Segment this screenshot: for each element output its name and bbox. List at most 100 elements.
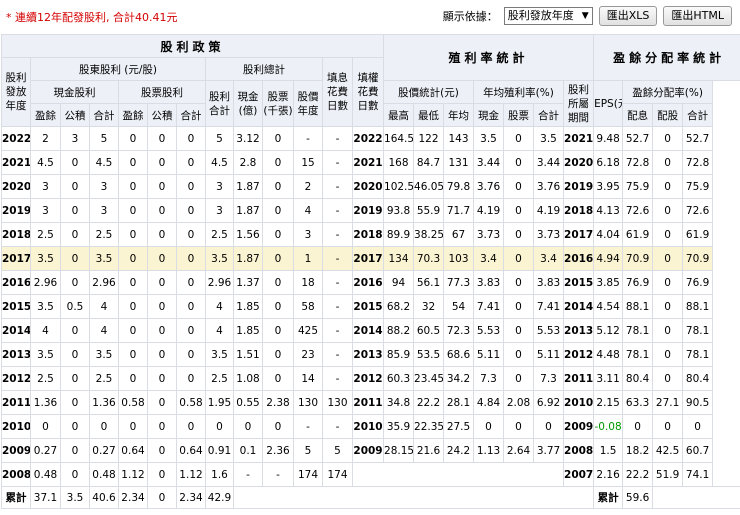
cell-ct: 5 (89, 126, 119, 151)
table-row: 2021 4.5 0 4.5 0 0 0 4.5 2.8 0 15-2021 168 84.7 131 3.… (1, 150, 740, 175)
cell-lo: 84.7 (413, 150, 445, 175)
total-sr: 0 (147, 486, 177, 509)
cell-pp: 2019 (563, 174, 595, 199)
cell-frd: - (322, 126, 353, 151)
cell-se: 0 (118, 174, 148, 199)
cell-pt: 75.9 (682, 174, 714, 199)
cell-y: 2008 (1, 462, 31, 487)
cell-fd: 14 (293, 366, 323, 391)
col-stock-dividend: 股票股利 (118, 80, 206, 104)
cell-yc: 7.41 (473, 294, 505, 319)
cell-frd: - (322, 270, 353, 295)
cell-hi: 60.3 (383, 366, 415, 391)
table-row: 2019 3 0 3 0 0 0 3 1.87 0 4-2019 93.8 55.9 71.7 4.19 0 4… (1, 198, 740, 223)
cell-fd: 3 (293, 222, 323, 247)
cell-yc: 7.3 (473, 366, 505, 391)
cell-pc: 61.9 (622, 222, 654, 247)
total-st: 2.34 (176, 486, 206, 509)
cell-pt: 0 (682, 414, 714, 439)
cell-ps: 0 (652, 198, 684, 223)
cell-av: 131 (443, 150, 475, 175)
cell-tot: 3.5 (205, 342, 234, 367)
cell-lo: 46.05 (413, 174, 445, 199)
cell-yt: 7.3 (533, 366, 565, 391)
cell-se: 0 (118, 366, 148, 391)
cell-tot: 2.5 (205, 366, 234, 391)
cell-cr: 0 (60, 366, 90, 391)
cell-camt: 1.87 (233, 246, 263, 271)
cell-sr: 0 (147, 222, 177, 247)
cell-py: 2019 (351, 198, 385, 223)
cell-eps: 1.5 (593, 438, 624, 463)
cell-cr: 0.5 (60, 294, 90, 319)
cell-py: 2020 (351, 174, 385, 199)
col-yield-total: 合計 (533, 103, 565, 127)
cell-pt: 74.1 (682, 462, 714, 487)
cell-pt: 52.7 (682, 126, 714, 151)
cell-frd: - (322, 246, 353, 271)
table-row: 2018 2.5 0 2.5 0 0 0 2.5 1.56 0 3-2018 89.9 38.25 67 3… (1, 222, 740, 247)
cell-yt: 3.44 (533, 150, 565, 175)
col-fill-days: 填息花費日數 (322, 57, 353, 127)
cell-pp: 2016 (563, 246, 595, 271)
cell-sr: 0 (147, 366, 177, 391)
cell-yc: 3.73 (473, 222, 505, 247)
cell-frd: - (322, 150, 353, 175)
cell-y: 2010 (1, 414, 31, 439)
cell-frd: 5 (322, 438, 353, 463)
cell-fd: 18 (293, 270, 323, 295)
cell-y: 2014 (1, 318, 31, 343)
col-stock-reserve: 公積 (147, 103, 177, 127)
cell-yc: 4.19 (473, 198, 505, 223)
cell-camt: 0.55 (233, 390, 263, 415)
cell-eps: 2.16 (593, 462, 624, 487)
cell-tot: 1.95 (205, 390, 234, 415)
cell-frd: - (322, 318, 353, 343)
export-xls-button[interactable]: 匯出XLS (598, 6, 658, 26)
cell-av: 54 (443, 294, 475, 319)
cell-samt: 0 (262, 174, 294, 199)
cell-py: 2013 (351, 342, 385, 367)
cell-eps: -0.08 (593, 414, 624, 439)
cell-lo: 60.5 (413, 318, 445, 343)
cell-samt: 2.36 (262, 438, 294, 463)
cell-pc: 88.1 (622, 294, 654, 319)
cell-eps: 3.11 (593, 366, 624, 391)
cell-av: 27.5 (443, 414, 475, 439)
cell-ce: 3 (30, 198, 61, 223)
table-row: 2015 3.5 0.5 4 0 0 0 4 1.85 0 58-2015 68.2 32 54 7.41 0… (1, 294, 740, 319)
cell-ce: 3.5 (30, 246, 61, 271)
cell-pp: 2021 (563, 126, 595, 151)
col-shareholder-dividend: 股東股利 (元/股) (30, 57, 206, 81)
cell-se: 0 (118, 150, 148, 175)
cell-pc: 70.9 (622, 246, 654, 271)
cell-y: 2009 (1, 438, 31, 463)
cell-pt: 76.9 (682, 270, 714, 295)
total-ct: 40.6 (89, 486, 119, 509)
cell-camt: 1.56 (233, 222, 263, 247)
col-price-high: 最高 (383, 103, 415, 127)
cell-yc: 5.11 (473, 342, 505, 367)
cell-ct: 4 (89, 294, 119, 319)
cell-pp: 2020 (563, 150, 595, 175)
cell-pp: 2011 (563, 366, 595, 391)
cell-st: 0 (176, 414, 206, 439)
cell-ct: 4.5 (89, 150, 119, 175)
cell-se: 0 (118, 294, 148, 319)
export-html-button[interactable]: 匯出HTML (663, 6, 732, 26)
cell-ce: 0.27 (30, 438, 61, 463)
cell-st: 0 (176, 318, 206, 343)
table-row: 2009 0.27 0 0.27 0.64 0 0.64 0.91 0.1 2.36 5 5 2009 2… (1, 438, 740, 463)
cell-fd: 15 (293, 150, 323, 175)
cell-y: 2019 (1, 198, 31, 223)
display-by-select[interactable]: 股利發放年度 ▼ (503, 7, 593, 25)
cell-sr: 0 (147, 198, 177, 223)
section-dividend-policy: 股利政策 (0, 34, 385, 58)
cell-pp: 2014 (563, 294, 595, 319)
col-payout-stock: 配股 (652, 103, 684, 127)
table-row: 2011 1.36 0 1.36 0.58 0 0.58 1.95 0.55 2.38 130 130… (1, 390, 740, 415)
cell-py: 2021 (351, 150, 385, 175)
cell-lo: 70.3 (413, 246, 445, 271)
cell-ps: 0 (652, 246, 684, 271)
col-stock-amount: 股票(千張) (262, 80, 294, 127)
